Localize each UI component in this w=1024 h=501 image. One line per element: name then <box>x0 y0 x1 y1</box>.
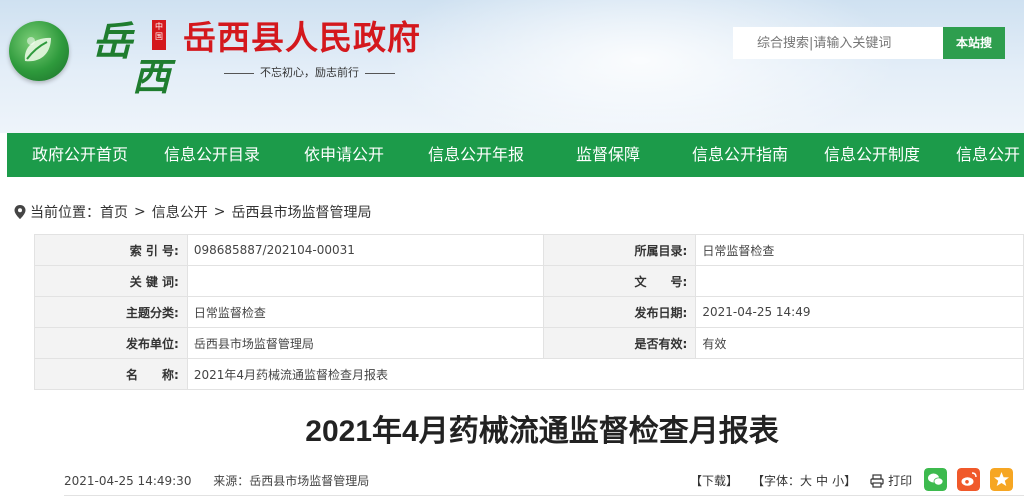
site-title[interactable]: 岳西县人民政府 <box>183 18 421 58</box>
logo-calligraphy-yue: 岳 <box>92 18 132 65</box>
meta-label-catalog: 所属目录: <box>542 234 697 266</box>
nav-item-supervision[interactable]: 监督保障 <box>576 133 640 177</box>
meta-value-valid: 有效 <box>695 327 1024 359</box>
meta-value-unit: 岳西县市场监督管理局 <box>186 327 544 359</box>
meta-row: 关 键 词: 文 号: <box>34 265 1024 297</box>
breadcrumb-info-open[interactable]: 信息公开 <box>152 202 208 222</box>
breadcrumb-home[interactable]: 首页 <box>100 202 128 222</box>
document-meta-table: 索 引 号: 098685887/202104-00031 所属目录: 日常监督… <box>34 234 1024 390</box>
leaf-icon <box>24 37 51 62</box>
meta-value-date: 2021-04-25 14:49 <box>695 296 1024 328</box>
site-header: 岳 西 中国 岳西县人民政府 不忘初心，励志前行 本站搜 <box>0 0 1024 133</box>
article-title: 2021年4月药械流通监督检查月报表 <box>305 415 779 448</box>
breadcrumb-current[interactable]: 岳西县市场监督管理局 <box>231 202 371 222</box>
breadcrumb: 当前位置： 首页 > 信息公开 > 岳西县市场监督管理局 <box>14 201 371 223</box>
content-divider <box>64 495 1024 496</box>
meta-value-topic: 日常监督检查 <box>186 296 544 328</box>
meta-label-topic: 主题分类: <box>34 296 188 328</box>
meta-value-index: 098685887/202104-00031 <box>186 234 544 266</box>
meta-label-keywords: 关 键 词: <box>34 265 188 297</box>
font-small-button[interactable]: 小 <box>832 469 844 493</box>
wechat-share-icon[interactable] <box>924 468 947 491</box>
article-info: 2021-04-25 14:49:30 来源：岳西县市场监督管理局 <box>64 469 369 493</box>
download-link[interactable]: 【下载】 <box>690 469 738 493</box>
slogan: 不忘初心，励志前行 <box>260 66 359 79</box>
meta-value-keywords <box>186 265 544 297</box>
nav-item-guide[interactable]: 信息公开指南 <box>692 133 788 177</box>
meta-label-docno: 文 号: <box>542 265 697 297</box>
site-logo-emblem[interactable] <box>9 21 69 81</box>
publish-datetime: 2021-04-25 14:49:30 <box>64 474 192 488</box>
source-label: 来源： <box>213 474 250 488</box>
print-link[interactable]: 打印 <box>888 469 912 493</box>
main-nav: 政府公开首页 信息公开目录 依申请公开 信息公开年报 监督保障 信息公开指南 信… <box>7 133 1024 177</box>
nav-item-more[interactable]: 信息公开 <box>956 133 1020 177</box>
nav-item-home[interactable]: 政府公开首页 <box>32 133 128 177</box>
meta-label-name: 名 称: <box>34 358 188 390</box>
header-glow <box>380 0 900 133</box>
meta-label-index: 索 引 号: <box>34 234 188 266</box>
china-seal: 中国 <box>152 20 166 50</box>
breadcrumb-separator: > <box>134 204 146 220</box>
source-value: 岳西县市场监督管理局 <box>249 474 370 488</box>
slogan-right-line <box>365 72 395 74</box>
location-pin-icon <box>14 205 26 219</box>
search-button[interactable]: 本站搜 <box>943 27 1005 59</box>
meta-row: 名 称: 2021年4月药械流通监督检查月报表 <box>34 358 1024 390</box>
fontsize-end: 】 <box>844 474 857 488</box>
printer-icon[interactable] <box>870 474 884 488</box>
qzone-share-icon[interactable] <box>990 468 1013 491</box>
meta-label-unit: 发布单位: <box>34 327 188 359</box>
nav-item-request[interactable]: 依申请公开 <box>304 133 384 177</box>
fontsize-label: 【字体： <box>752 474 801 488</box>
meta-value-catalog: 日常监督检查 <box>695 234 1024 266</box>
meta-row: 主题分类: 日常监督检查 发布日期: 2021-04-25 14:49 <box>34 296 1024 328</box>
article-tools: 【下载】 【字体： 大 中 小 】 打印 <box>690 469 912 493</box>
breadcrumb-prefix: 当前位置： <box>30 205 100 221</box>
nav-item-system[interactable]: 信息公开制度 <box>824 133 920 177</box>
font-large-button[interactable]: 大 <box>800 469 812 493</box>
logo-calligraphy-xi: 西 <box>132 54 171 99</box>
nav-item-catalog[interactable]: 信息公开目录 <box>164 133 260 177</box>
meta-label-valid: 是否有效: <box>542 327 697 359</box>
nav-item-annual-report[interactable]: 信息公开年报 <box>428 133 524 177</box>
meta-row: 索 引 号: 098685887/202104-00031 所属目录: 日常监督… <box>34 234 1024 266</box>
breadcrumb-separator: > <box>213 204 226 220</box>
slogan-left-line <box>224 72 254 74</box>
meta-value-docno <box>695 265 1024 297</box>
font-medium-button[interactable]: 中 <box>816 469 828 493</box>
search-input[interactable] <box>733 27 943 59</box>
weibo-share-icon[interactable] <box>957 468 980 491</box>
meta-value-name: 2021年4月药械流通监督检查月报表 <box>186 358 1024 390</box>
meta-label-date: 发布日期: <box>542 296 697 328</box>
slogan-row: 不忘初心，励志前行 <box>224 65 395 81</box>
meta-row: 发布单位: 岳西县市场监督管理局 是否有效: 有效 <box>34 327 1024 359</box>
